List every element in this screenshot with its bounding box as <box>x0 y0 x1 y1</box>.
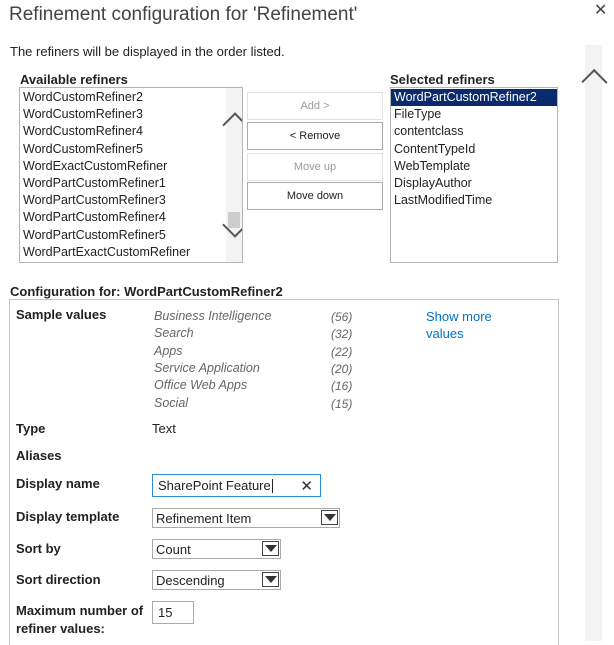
display-name-input[interactable]: SharePoint Feature ✕ <box>152 474 321 497</box>
display-template-label: Display template <box>16 509 120 524</box>
sample-value: Office Web Apps <box>154 378 248 392</box>
close-icon[interactable]: ✕ <box>594 0 607 20</box>
type-value: Text <box>152 421 176 436</box>
list-item[interactable]: LastModifiedTime <box>391 192 557 209</box>
scroll-up-icon[interactable] <box>222 100 242 138</box>
list-item[interactable]: ContentTypeId <box>391 141 557 158</box>
chevron-down-icon[interactable] <box>262 572 279 587</box>
list-item[interactable]: WordPartCustomRefiner5 <box>20 227 226 244</box>
page-scrollbar[interactable] <box>581 45 608 641</box>
list-item[interactable]: WebTemplate <box>391 158 557 175</box>
show-more-values-link-line2[interactable]: values <box>426 326 464 341</box>
list-item[interactable]: WordExactCustomRefiner <box>20 158 226 175</box>
sample-value-count: (20) <box>331 362 353 376</box>
add-button[interactable]: Add > <box>247 92 383 120</box>
max-values-value: 15 <box>158 605 173 620</box>
list-item[interactable]: WordPartExactCustomRefiner <box>20 244 226 261</box>
sample-value-count: (56) <box>331 310 353 324</box>
max-values-label: Maximum number of <box>16 603 144 618</box>
sort-direction-value: Descending <box>156 572 225 588</box>
selected-refiners-label: Selected refiners <box>390 72 495 87</box>
sort-direction-label: Sort direction <box>16 572 101 587</box>
sample-value: Social <box>154 396 189 410</box>
sort-by-value: Count <box>156 541 191 557</box>
scroll-down-icon[interactable] <box>222 212 242 248</box>
sample-values-label: Sample values <box>16 307 107 322</box>
list-item[interactable]: WordCustomRefiner5 <box>20 141 226 158</box>
aliases-label: Aliases <box>16 448 62 463</box>
sample-value: Service Application <box>154 361 260 375</box>
list-item[interactable]: WordCustomRefiner2 <box>20 89 226 106</box>
available-list-scrollbar[interactable] <box>222 88 242 262</box>
sort-direction-select[interactable]: Descending <box>152 570 281 590</box>
dialog-title: Refinement configuration for 'Refinement… <box>9 4 358 25</box>
list-item[interactable]: WordCustomRefiner3 <box>20 106 226 123</box>
list-item[interactable]: WordPartCustomRefiner1 <box>20 175 226 192</box>
chevron-down-icon[interactable] <box>262 541 279 556</box>
chevron-down-icon[interactable] <box>321 510 338 525</box>
scroll-up-icon[interactable] <box>581 57 608 96</box>
available-refiners-list[interactable]: WordCustomRefiner2 WordCustomRefiner3 Wo… <box>19 87 243 263</box>
intro-text: The refiners will be displayed in the or… <box>10 44 285 59</box>
available-refiners-label: Available refiners <box>20 72 128 87</box>
list-item[interactable]: WordCustomRefiner4 <box>20 123 226 140</box>
sample-value: Business Intelligence <box>154 309 272 323</box>
sort-by-label: Sort by <box>16 541 61 556</box>
configuration-header: Configuration for: WordPartCustomRefiner… <box>10 284 283 299</box>
display-name-value: SharePoint Feature <box>158 478 271 493</box>
list-item[interactable]: FileType <box>391 106 557 123</box>
move-up-button[interactable]: Move up <box>247 153 383 181</box>
move-down-button[interactable]: Move down <box>247 182 383 210</box>
configuration-panel <box>9 299 559 645</box>
selected-refiners-list[interactable]: WordPartCustomRefiner2 FileType contentc… <box>390 87 558 263</box>
show-more-values-link[interactable]: Show more <box>426 309 492 324</box>
sample-value-count: (15) <box>331 397 353 411</box>
sample-value: Apps <box>154 344 183 358</box>
sample-value: Search <box>154 326 194 340</box>
list-item[interactable]: contentclass <box>391 123 557 140</box>
display-template-select[interactable]: Refinement Item <box>152 508 340 528</box>
max-values-input[interactable]: 15 <box>152 601 194 624</box>
type-label: Type <box>16 421 46 436</box>
clear-icon[interactable]: ✕ <box>300 477 313 495</box>
list-item-selected[interactable]: WordPartCustomRefiner2 <box>391 89 557 107</box>
max-values-label-line2: refiner values: <box>16 621 105 636</box>
list-item[interactable]: DisplayAuthor <box>391 175 557 192</box>
sample-value-count: (16) <box>331 379 353 393</box>
sample-value-count: (32) <box>331 327 353 341</box>
sort-by-select[interactable]: Count <box>152 539 281 559</box>
sample-value-count: (22) <box>331 345 353 359</box>
remove-button[interactable]: < Remove <box>247 122 383 150</box>
display-name-label: Display name <box>16 476 100 491</box>
display-template-value: Refinement Item <box>156 510 252 526</box>
list-item[interactable]: WordPartCustomRefiner4 <box>20 209 226 226</box>
list-item[interactable]: WordPartCustomRefiner3 <box>20 192 226 209</box>
